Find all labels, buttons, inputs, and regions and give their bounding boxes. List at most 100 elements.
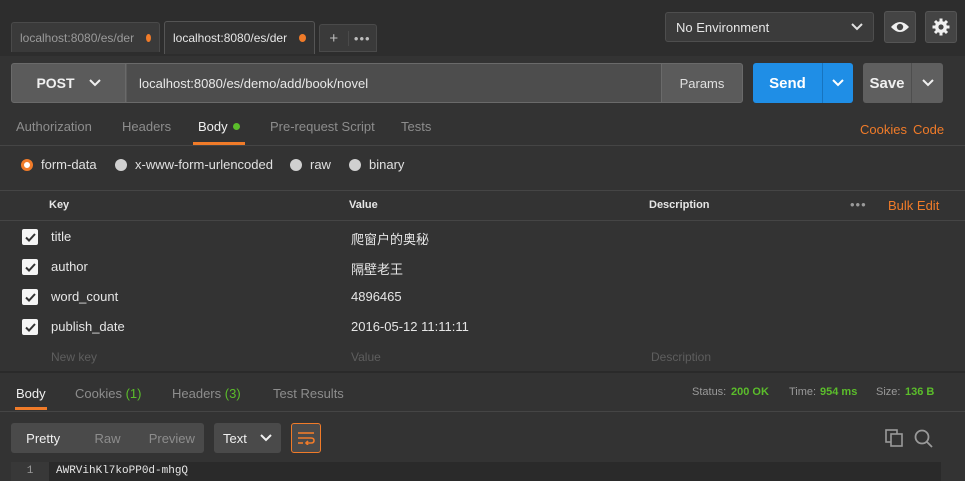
divider: [0, 190, 965, 191]
response-tab-cookies[interactable]: Cookies (1): [75, 386, 141, 410]
save-options-button[interactable]: [911, 63, 943, 103]
status-value[interactable]: 200 OK: [731, 386, 769, 398]
chevron-down-icon: [88, 79, 101, 87]
manage-environments-button[interactable]: [925, 11, 957, 43]
method-label: POST: [36, 75, 75, 91]
count-badge: (1): [125, 386, 142, 401]
radio-binary[interactable]: binary: [349, 157, 404, 172]
response-tab-body[interactable]: Body: [15, 386, 47, 410]
row-value[interactable]: 2016-05-12 11:11:11: [351, 319, 469, 334]
chevron-down-icon: [921, 79, 934, 87]
environment-quick-look-button[interactable]: [884, 11, 916, 43]
wrap-lines-icon: [298, 432, 315, 445]
row-key[interactable]: title: [51, 229, 71, 244]
row-checkbox[interactable]: [22, 259, 38, 275]
column-header-value: Value: [349, 199, 378, 211]
tab-label: Cookies: [75, 386, 122, 401]
checkmark-icon: [24, 292, 36, 302]
format-select[interactable]: Text: [214, 423, 281, 453]
add-tab-button[interactable]: +: [320, 30, 348, 47]
tab-label: Headers: [172, 386, 222, 401]
new-description-input[interactable]: Description: [651, 350, 711, 364]
row-value[interactable]: 4896465: [351, 289, 402, 304]
response-tab-test-results[interactable]: Test Results: [273, 386, 344, 410]
environment-select[interactable]: No Environment: [665, 12, 874, 42]
send-options-button[interactable]: [822, 63, 853, 103]
radio-raw[interactable]: raw: [290, 157, 331, 172]
size-label: Size:: [876, 386, 901, 398]
row-key[interactable]: author: [51, 259, 88, 274]
radio-urlencoded[interactable]: x-www-form-urlencoded: [115, 157, 273, 172]
cookies-link[interactable]: Cookies: [860, 122, 907, 137]
divider: [0, 371, 965, 373]
row-key[interactable]: word_count: [51, 289, 118, 304]
table-row: word_count 4896465: [0, 281, 965, 311]
row-key[interactable]: publish_date: [51, 319, 125, 334]
checkmark-icon: [24, 322, 36, 332]
request-tab-active[interactable]: localhost:8080/es/der: [164, 21, 315, 54]
row-checkbox[interactable]: [22, 289, 38, 305]
size-value[interactable]: 136 B: [905, 386, 934, 398]
radio-icon: [349, 158, 361, 171]
send-button[interactable]: Send: [753, 63, 822, 103]
method-select[interactable]: POST: [12, 64, 126, 102]
code-link[interactable]: Code: [913, 122, 944, 137]
new-key-input[interactable]: New key: [51, 350, 97, 364]
tab-body[interactable]: Body: [193, 119, 245, 145]
column-header-description: Description: [649, 199, 710, 211]
environment-label: No Environment: [676, 19, 770, 35]
tab-more-button[interactable]: •••: [347, 30, 377, 46]
url-input[interactable]: [127, 64, 661, 102]
table-row: author 隔壁老王: [0, 251, 965, 281]
tab-headers[interactable]: Headers: [122, 119, 171, 145]
response-tab-headers[interactable]: Headers (3): [172, 386, 241, 410]
row-value[interactable]: 爬窗户的奥秘: [351, 229, 429, 248]
bulk-edit-link[interactable]: Bulk Edit: [888, 198, 939, 213]
time-label: Time:: [789, 386, 817, 398]
count-badge: (3): [224, 386, 241, 401]
view-pretty-button[interactable]: Pretty: [11, 431, 75, 446]
new-value-input[interactable]: Value: [351, 350, 381, 364]
tab-authorization[interactable]: Authorization: [16, 119, 92, 145]
search-icon: [914, 429, 933, 448]
radio-label: x-www-form-urlencoded: [135, 157, 273, 172]
table-more-button[interactable]: •••: [850, 197, 867, 212]
view-preview-button[interactable]: Preview: [140, 431, 204, 446]
copy-icon: [885, 429, 903, 447]
time-value[interactable]: 954 ms: [820, 386, 857, 398]
row-checkbox[interactable]: [22, 319, 38, 335]
row-checkbox[interactable]: [22, 229, 38, 245]
column-header-key: Key: [49, 199, 70, 211]
response-text[interactable]: AWRVihKl7koPP0d-mhgQ: [56, 462, 188, 480]
chevron-down-icon: [851, 23, 863, 31]
radio-label: raw: [310, 157, 331, 172]
search-button[interactable]: [914, 429, 933, 451]
save-button[interactable]: Save: [863, 63, 911, 103]
table-row: title 爬窗户的奥秘: [0, 221, 965, 251]
params-button[interactable]: Params: [661, 64, 742, 102]
status-label: Status:: [692, 386, 727, 398]
chevron-down-icon: [260, 434, 272, 442]
tab-pre-request-script[interactable]: Pre-request Script: [270, 119, 375, 145]
row-value[interactable]: 隔壁老王: [351, 259, 403, 278]
gear-icon: [932, 18, 950, 36]
tab-label: localhost:8080/es/der: [173, 31, 288, 45]
active-dot-icon: [232, 123, 240, 130]
radio-selected-icon: [21, 158, 33, 171]
radio-form-data[interactable]: form-data: [21, 157, 97, 172]
view-raw-button[interactable]: Raw: [75, 431, 139, 446]
radio-label: binary: [369, 157, 405, 172]
wrap-lines-button[interactable]: [291, 423, 321, 453]
format-label: Text: [223, 430, 247, 446]
divider: [0, 145, 965, 146]
request-tab[interactable]: localhost:8080/es/der: [11, 22, 160, 52]
copy-button[interactable]: [885, 429, 903, 450]
tab-label: localhost:8080/es/der: [20, 30, 135, 45]
line-number: 1: [11, 462, 49, 481]
tab-tests[interactable]: Tests: [401, 119, 431, 145]
unsaved-dot-icon: [299, 34, 306, 42]
table-row-new: New key Value Description: [0, 341, 965, 371]
chevron-down-icon: [832, 79, 844, 87]
tab-body-label: Body: [198, 119, 228, 134]
table-row: publish_date 2016-05-12 11:11:11: [0, 311, 965, 341]
